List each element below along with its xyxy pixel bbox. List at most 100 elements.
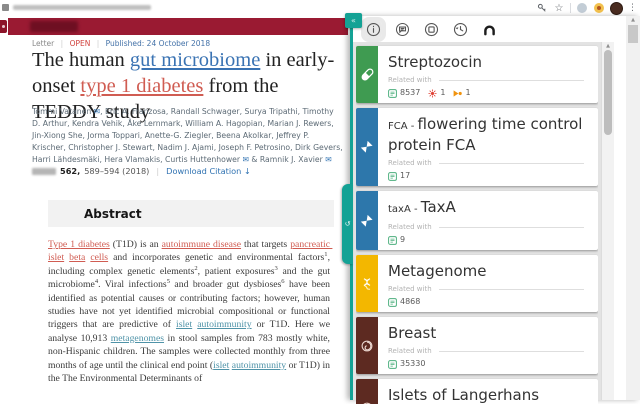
- journal-logo-blurred[interactable]: [30, 21, 78, 32]
- citation-line: 562, 589–594 (2018) | Download Citation …: [32, 166, 251, 176]
- author-list[interactable]: Tommi Vatanen ✉, Eric A. Franzosa, Randa…: [32, 106, 344, 166]
- entity-abbr: FCA -: [388, 121, 418, 132]
- entity-title[interactable]: Breast: [388, 324, 588, 343]
- pill-icon: [356, 46, 378, 103]
- sync-icon: ↺: [344, 220, 351, 228]
- anatomy-icon: [356, 317, 378, 374]
- related-divider-line: [438, 226, 584, 228]
- related-with-row: Related with: [388, 76, 588, 84]
- entity-card-body: taxA - TaxA Related with 9: [378, 191, 598, 250]
- info-icon[interactable]: [361, 16, 386, 42]
- page-widget-button[interactable]: [0, 20, 7, 33]
- panel-scrollbar-thumb[interactable]: [604, 50, 612, 135]
- icon-divider: [570, 3, 571, 13]
- panel-edge-handle[interactable]: ↺: [342, 184, 353, 264]
- text-segment: Tommi Vatanen: [32, 107, 92, 116]
- article-page: Letter | OPEN | Published: 24 October 20…: [0, 16, 352, 400]
- stat-count: 4868: [400, 296, 421, 306]
- extension-icon[interactable]: [576, 2, 588, 14]
- entity-card[interactable]: taxA - TaxA Related with 9: [356, 191, 598, 250]
- bookmark-star-icon[interactable]: ☆: [553, 2, 565, 14]
- entity-card-body: Streptozocin Related with 8537 1 1: [378, 46, 598, 103]
- text-segment: ✉: [91, 107, 101, 116]
- citation-pages: 589–594 (2018): [84, 166, 150, 176]
- related-with-row: Related with: [388, 159, 588, 167]
- page-scrollbar[interactable]: ▲: [626, 16, 640, 400]
- text-segment: ✉: [322, 155, 332, 164]
- comments-icon[interactable]: [394, 21, 411, 38]
- annotated-term-link[interactable]: autoimmune disease: [162, 239, 241, 250]
- annotated-term-link[interactable]: islet: [176, 319, 192, 330]
- stat-count: 1: [440, 87, 446, 97]
- entity-title[interactable]: Islets of Langerhans: [388, 386, 588, 404]
- abstract-section-header[interactable]: Abstract: [48, 200, 334, 227]
- related-divider-line: [438, 288, 584, 290]
- scroll-up-arrow[interactable]: ▲: [602, 43, 614, 49]
- menu-kebab-icon[interactable]: ⋮: [628, 3, 637, 13]
- annotated-term-link[interactable]: Type 1 diabetes: [48, 239, 110, 250]
- stat-count: 9: [400, 234, 406, 244]
- panel-scrollbar[interactable]: ▲: [601, 42, 614, 400]
- text-segment: (T1D) is an: [109, 239, 162, 250]
- anatomy-icon: [356, 379, 378, 404]
- text-segment: . Viral infections: [98, 279, 167, 291]
- related-with-row: Related with: [388, 347, 588, 355]
- entity-title[interactable]: Streptozocin: [388, 53, 588, 72]
- publications-badge-icon: [388, 354, 397, 373]
- entity-abbr: taxA -: [388, 204, 421, 215]
- protein-icon: [356, 191, 378, 250]
- screenshot-icon[interactable]: [423, 21, 440, 38]
- scroll-up-arrow[interactable]: ▲: [626, 17, 640, 23]
- entity-card[interactable]: Metagenome Related with 4868: [356, 255, 598, 312]
- entity-stats-row: 17: [388, 170, 588, 181]
- address-bar-url-blurred[interactable]: [13, 5, 151, 10]
- panel-toolbar: [353, 16, 614, 42]
- related-with-row: Related with: [388, 223, 588, 231]
- text-segment: The human: [32, 49, 130, 71]
- entity-title[interactable]: Metagenome: [388, 262, 588, 281]
- annotated-term-link[interactable]: type 1 diabetes: [80, 75, 203, 97]
- download-icon: ↓: [243, 166, 251, 176]
- entity-card[interactable]: Islets of LangerhansRelated with34641: [356, 379, 598, 404]
- related-with-row: Related with: [388, 285, 588, 293]
- annotation-sidebar-panel: « ↺ Streptozocin Related with 8537 1 1 FCA - …: [342, 13, 640, 404]
- annotated-term-link[interactable]: beta: [69, 252, 85, 263]
- entity-stats-row: 8537 1 1: [388, 87, 588, 98]
- stat-count: 35330: [400, 358, 426, 368]
- key-icon[interactable]: [536, 2, 548, 14]
- annotated-term-link[interactable]: cells: [90, 252, 108, 263]
- annotated-term-link[interactable]: metagenomes: [111, 333, 164, 344]
- profile-avatar[interactable]: [610, 1, 623, 15]
- dna-icon: [356, 255, 378, 312]
- browser-action-icons: ☆ ⋮: [536, 0, 637, 16]
- publications-badge-icon: [388, 292, 397, 311]
- entity-title[interactable]: taxA - TaxA: [388, 198, 588, 219]
- entity-card[interactable]: Breast Related with 35330: [356, 317, 598, 374]
- account-icon[interactable]: [481, 21, 498, 38]
- publications-badge-icon: [388, 83, 397, 102]
- panel-collapse-button[interactable]: «: [345, 13, 362, 28]
- annotated-term-link[interactable]: islet: [213, 360, 229, 371]
- text-segment: , patient exposures: [197, 265, 275, 277]
- text-segment: and broader gut dysbioses: [170, 279, 282, 291]
- abstract-heading: Abstract: [84, 206, 142, 221]
- browser-tab-icon: [2, 4, 9, 11]
- extension-avatar-icon[interactable]: [593, 2, 605, 14]
- page-scrollbar-thumb[interactable]: [628, 25, 638, 43]
- download-citation-link[interactable]: Download Citation ↓: [166, 166, 251, 176]
- annotated-term-link[interactable]: gut microbiome: [130, 49, 260, 71]
- entity-title[interactable]: FCA - flowering time control protein FCA: [388, 115, 588, 155]
- text-segment: ✉: [240, 155, 249, 164]
- history-icon[interactable]: [452, 21, 469, 38]
- annotated-term-link[interactable]: autoimmunity: [197, 319, 251, 330]
- entity-card-body: Islets of LangerhansRelated with34641: [378, 379, 598, 404]
- related-divider-line: [438, 162, 584, 164]
- entity-stats-row: 35330: [388, 358, 588, 369]
- entity-card-body: Metagenome Related with 4868: [378, 255, 598, 312]
- entity-card[interactable]: Streptozocin Related with 8537 1 1: [356, 46, 598, 103]
- entity-card-body: FCA - flowering time control protein FCA…: [378, 108, 598, 186]
- text-segment: that targets: [241, 239, 291, 250]
- annotated-term-link[interactable]: autoimmunity: [232, 360, 286, 371]
- entity-card[interactable]: FCA - flowering time control protein FCA…: [356, 108, 598, 186]
- publications-badge-icon: [388, 166, 397, 185]
